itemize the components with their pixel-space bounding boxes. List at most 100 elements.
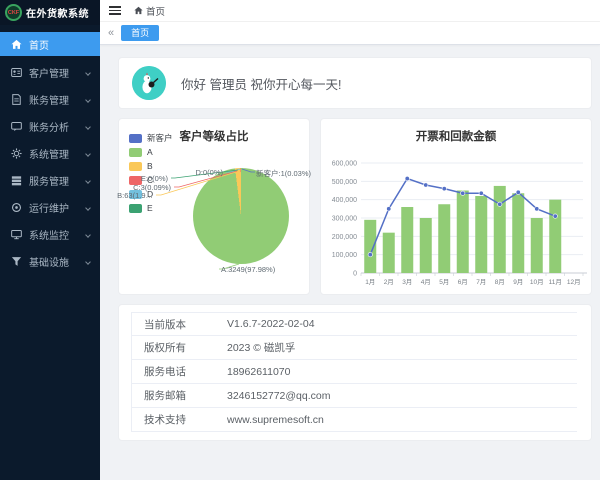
legend-item[interactable]: A (129, 145, 173, 159)
sidebar-item-accounting[interactable]: 账务管理 (0, 86, 100, 113)
info-value: 2023 © 磁凯孚 (227, 340, 295, 355)
monitor-icon (11, 229, 22, 240)
bar-line-chart: 0100,000200,000300,000400,000500,000600,… (321, 145, 591, 293)
sidebar-item-operations[interactable]: 运行维护 (0, 194, 100, 221)
sidebar-item-label: 账务分析 (29, 119, 86, 134)
legend-label: 新客户 (147, 132, 173, 144)
table-row: 版权所有2023 © 磁凯孚 (132, 336, 577, 360)
charts-row: 客户等级占比 新客户 A B C D E (118, 118, 592, 295)
document-icon (11, 94, 22, 105)
info-table: 当前版本V1.6.7-2022-02-04 版权所有2023 © 磁凯孚 服务电… (131, 312, 577, 432)
sidebar-item-service[interactable]: 服务管理 (0, 167, 100, 194)
pie-label-new-customer: 新客户:1(0.03%) (256, 168, 311, 179)
svg-text:4月: 4月 (421, 278, 431, 286)
sidebar-item-label: 运行维护 (29, 200, 86, 215)
server-icon (11, 175, 22, 186)
svg-text:9月: 9月 (513, 278, 523, 286)
legend-label: A (147, 147, 153, 157)
table-row: 服务邮箱3246152772@qq.com (132, 384, 577, 408)
svg-text:8月: 8月 (495, 278, 505, 286)
info-value: V1.6.7-2022-02-04 (227, 318, 315, 330)
table-row: 当前版本V1.6.7-2022-02-04 (132, 312, 577, 336)
info-label: 当前版本 (132, 317, 227, 332)
main-area: 首页 « 首页 (100, 0, 600, 480)
chat-icon (11, 121, 22, 132)
sidebar-item-label: 首页 (29, 37, 92, 52)
legend-swatch (129, 204, 142, 213)
legend-item[interactable]: B (129, 159, 173, 173)
legend-swatch (129, 134, 142, 143)
info-value: www.supremesoft.cn (227, 414, 324, 426)
content: 你好 管理员 祝你开心每一天! 客户等级占比 新客户 A B C D E (100, 45, 600, 441)
page: CKF 在外货款系统 首页 客户管理 账务管理 账务分析 (0, 0, 600, 480)
sidebar-item-monitoring[interactable]: 系统监控 (0, 221, 100, 248)
legend-item[interactable]: E (129, 201, 173, 215)
info-label: 服务邮箱 (132, 388, 227, 403)
svg-text:10月: 10月 (530, 278, 544, 286)
info-value: 18962611070 (227, 366, 290, 378)
svg-text:100,000: 100,000 (332, 252, 357, 259)
pie-chart-card: 客户等级占比 新客户 A B C D E (118, 118, 310, 295)
pie-label-d: D:0(0%) (195, 168, 223, 177)
info-card: 当前版本V1.6.7-2022-02-04 版权所有2023 © 磁凯孚 服务电… (118, 304, 592, 441)
breadcrumb-label: 首页 (146, 4, 165, 18)
svg-text:7月: 7月 (476, 278, 486, 286)
bar-chart-card: 开票和回款金额 0100,000200,000300,000400,000500… (320, 118, 592, 295)
svg-text:1月: 1月 (365, 278, 375, 286)
pie-label-a: A:3249(97.98%) (221, 265, 275, 274)
svg-text:400,000: 400,000 (332, 197, 357, 204)
sidebar-item-home[interactable]: 首页 (0, 32, 100, 56)
user-card-icon (11, 67, 22, 78)
svg-text:11月: 11月 (549, 278, 562, 286)
sidebar-item-label: 客户管理 (29, 65, 86, 80)
pie-label-e: E:0(0%) (141, 174, 168, 183)
sidebar-item-label: 系统监控 (29, 227, 86, 242)
pie-legend: 新客户 A B C D E (129, 131, 173, 215)
table-row: 服务电话18962611070 (132, 360, 577, 384)
chevron-down-icon (85, 178, 91, 184)
info-label: 版权所有 (132, 340, 227, 355)
svg-text:12月: 12月 (567, 278, 581, 286)
svg-text:5月: 5月 (439, 278, 449, 286)
greeting-text: 你好 管理员 祝你开心每一天! (181, 74, 341, 93)
legend-label: B (147, 161, 153, 171)
breadcrumb[interactable]: 首页 (134, 4, 165, 18)
chevron-down-icon (85, 232, 91, 238)
chevron-down-icon (85, 205, 91, 211)
circle-icon (11, 202, 22, 213)
sidebar-menu: 首页 客户管理 账务管理 账务分析 系统管理 (0, 25, 100, 275)
sidebar-item-infrastructure[interactable]: 基础设施 (0, 248, 100, 275)
funnel-icon (11, 256, 22, 267)
chevron-down-icon (85, 151, 91, 157)
sidebar-item-label: 系统管理 (29, 146, 86, 161)
hamburger-menu-icon[interactable] (109, 6, 121, 15)
mascot-icon (132, 66, 166, 100)
tab-home[interactable]: 首页 (121, 25, 159, 41)
sidebar-item-customers[interactable]: 客户管理 (0, 59, 100, 86)
sidebar-item-label: 账务管理 (29, 92, 86, 107)
home-icon (11, 39, 22, 50)
sidebar: CKF 在外货款系统 首页 客户管理 账务管理 账务分析 (0, 0, 100, 480)
svg-text:3月: 3月 (402, 278, 412, 286)
sidebar-item-system[interactable]: 系统管理 (0, 140, 100, 167)
svg-text:6月: 6月 (458, 278, 468, 286)
tab-bar: « 首页 (100, 22, 600, 45)
app-title: 在外货款系统 (26, 5, 89, 20)
chevron-down-icon (85, 124, 91, 130)
info-label: 服务电话 (132, 364, 227, 379)
svg-text:0: 0 (353, 271, 357, 278)
legend-item[interactable]: 新客户 (129, 131, 173, 145)
logo-text: CKF (8, 10, 19, 16)
sidebar-item-label: 服务管理 (29, 173, 86, 188)
svg-text:500,000: 500,000 (332, 179, 357, 186)
legend-label: E (147, 203, 153, 213)
app-logo: CKF (5, 4, 22, 21)
svg-text:200,000: 200,000 (332, 234, 357, 241)
info-value: 3246152772@qq.com (227, 390, 331, 402)
collapse-tabs-icon[interactable]: « (108, 27, 114, 39)
gear-icon (11, 148, 22, 159)
svg-text:2月: 2月 (384, 278, 394, 286)
bar-chart-title: 开票和回款金额 (321, 128, 591, 144)
chevron-down-icon (85, 97, 91, 103)
sidebar-item-analysis[interactable]: 账务分析 (0, 113, 100, 140)
